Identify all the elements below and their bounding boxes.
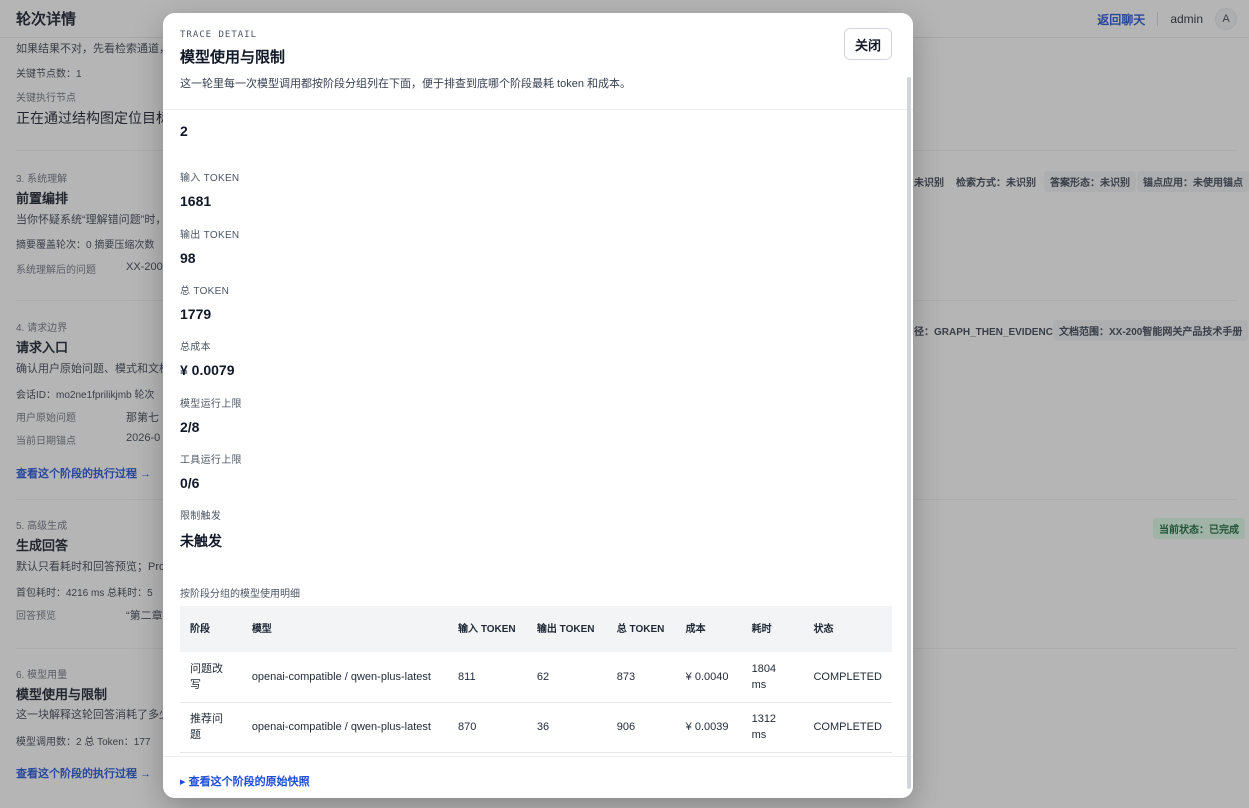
field-input-token: 输入 TOKEN 1681 [180, 173, 240, 209]
field-total-token: 总 TOKEN 1779 [180, 286, 230, 322]
field-model-limit: 模型运行上限 2/8 [180, 399, 242, 435]
cell-stage: 问题改写 [180, 652, 242, 703]
usage-section-label: 按阶段分组的模型使用明细 [180, 589, 300, 600]
cell-cost: ¥ 0.0040 [675, 652, 742, 703]
cell-output-token: 62 [526, 652, 607, 703]
field-output-token: 输出 TOKEN 98 [180, 230, 240, 266]
column-header: 阶段 [190, 623, 210, 635]
column-header: 模型 [251, 623, 272, 635]
column-header: 输入 TOKEN [458, 623, 516, 635]
cell-total-token: 906 [606, 702, 676, 753]
column-header: 成本 [685, 623, 706, 635]
cell-input-token: 870 [448, 702, 527, 753]
column-header: 耗时 [751, 623, 772, 635]
cell-model: openai-compatible / qwen-plus-latest [241, 702, 449, 753]
usage-table: 阶段 模型 输入 TOKEN 输出 TOKEN 总 TOKEN 成本 耗时 状态… [180, 606, 892, 753]
cell-status: COMPLETED [803, 652, 892, 703]
field-top-value: 2 [180, 123, 188, 139]
modal-body: 2 输入 TOKEN 1681 输出 TOKEN 98 总 TOKEN 1779… [163, 110, 913, 798]
modal-header: TRACE DETAIL 模型使用与限制 这一轮里每一次模型调用都按阶段分组列在… [163, 13, 913, 110]
modal-eyebrow: TRACE DETAIL [180, 30, 258, 40]
view-raw-snapshot-link[interactable]: ▸ 查看这个阶段的原始快照 [163, 756, 913, 798]
table-header-row: 阶段 模型 输入 TOKEN 输出 TOKEN 总 TOKEN 成本 耗时 状态 [180, 606, 892, 652]
cell-total-token: 873 [606, 652, 676, 703]
modal-title: 模型使用与限制 [180, 49, 286, 66]
cell-model: openai-compatible / qwen-plus-latest [241, 652, 449, 703]
cell-duration: 1804 ms [741, 652, 804, 703]
field-total-cost: 总成本 ¥ 0.0079 [180, 342, 235, 378]
field-limit-triggered: 限制触发 未触发 [180, 511, 222, 549]
close-button[interactable]: 关闭 [844, 28, 892, 60]
modal-description: 这一轮里每一次模型调用都按阶段分组列在下面，便于排查到底哪个阶段最耗 token… [180, 78, 632, 90]
column-header: 状态 [813, 623, 834, 635]
cell-status: COMPLETED [803, 702, 892, 753]
table-row: 推荐问题 openai-compatible / qwen-plus-lates… [180, 702, 892, 753]
cell-stage: 推荐问题 [180, 702, 242, 753]
trace-detail-modal: TRACE DETAIL 模型使用与限制 这一轮里每一次模型调用都按阶段分组列在… [163, 13, 913, 798]
cell-cost: ¥ 0.0039 [675, 702, 742, 753]
field-tool-limit: 工具运行上限 0/6 [180, 455, 242, 491]
modal-scrollbar[interactable] [907, 77, 911, 789]
cell-input-token: 811 [448, 652, 527, 703]
table-row: 问题改写 openai-compatible / qwen-plus-lates… [180, 652, 892, 703]
cell-output-token: 36 [526, 702, 607, 753]
cell-duration: 1312 ms [741, 702, 804, 753]
column-header: 输出 TOKEN [536, 623, 595, 635]
column-header: 总 TOKEN [616, 623, 665, 635]
